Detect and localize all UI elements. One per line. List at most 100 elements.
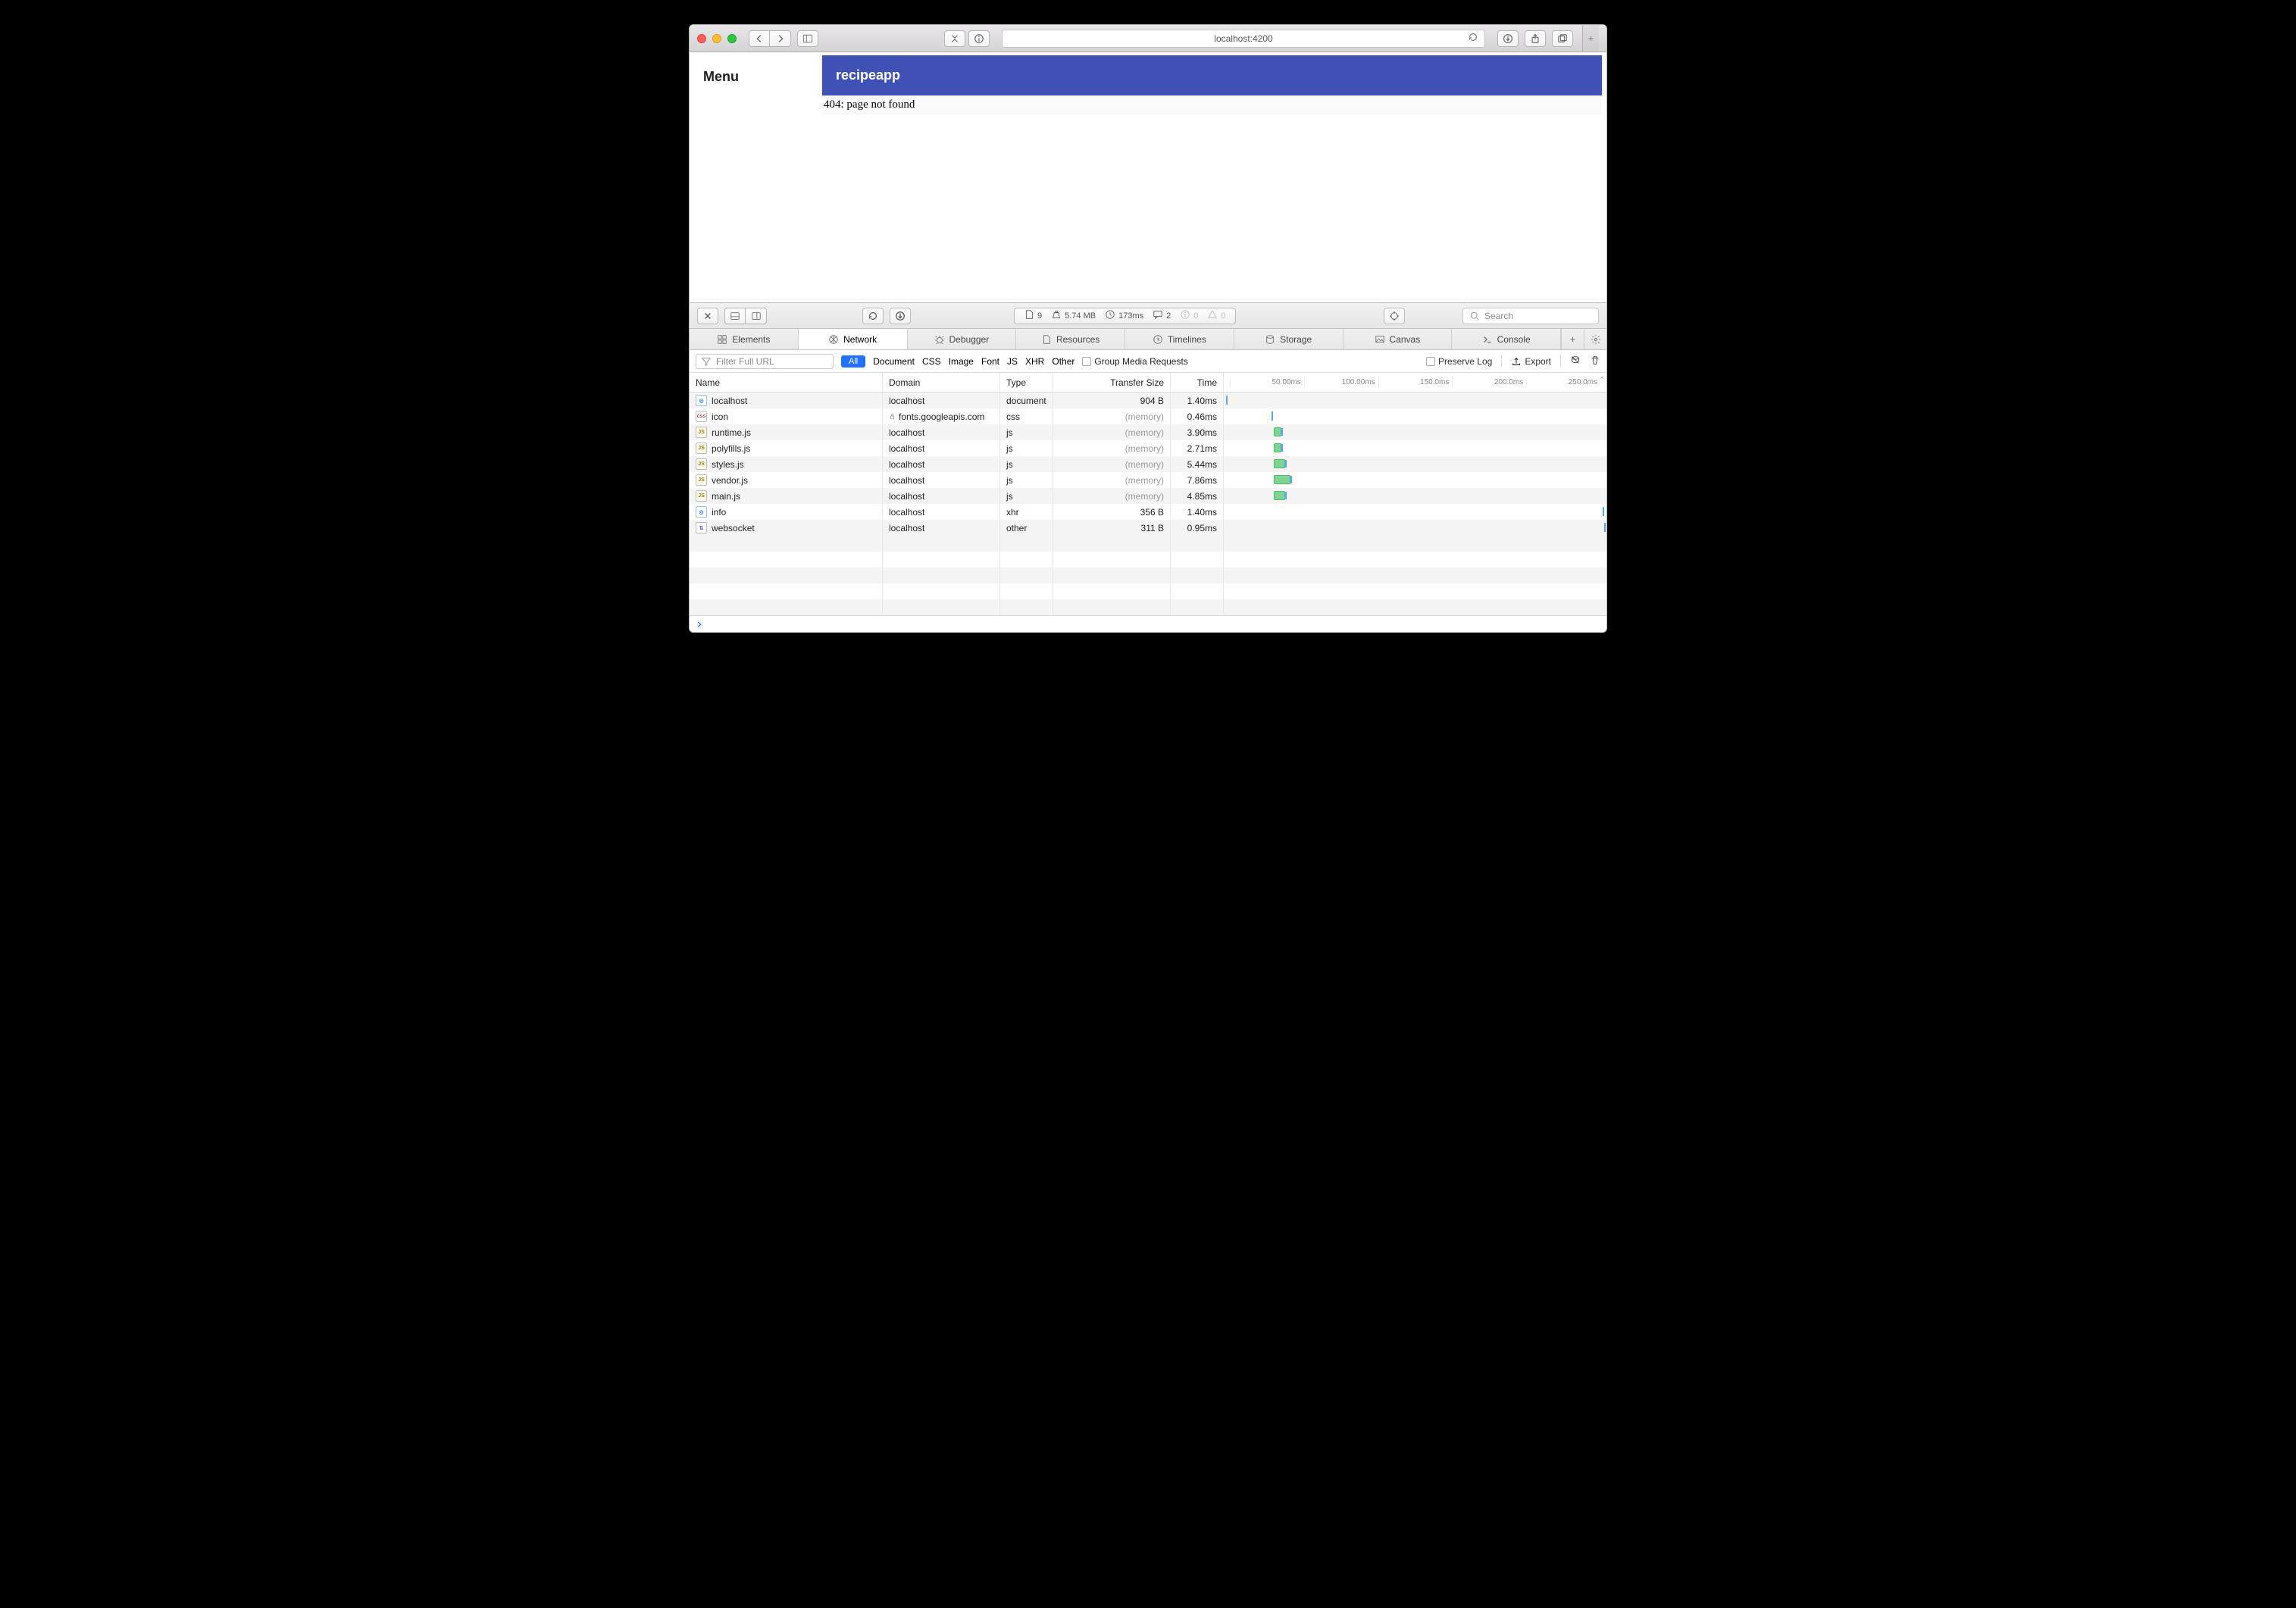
empty-row	[690, 583, 1606, 599]
not-found-message: 404: page not found	[822, 95, 1602, 114]
menu-heading[interactable]: Menu	[703, 69, 809, 85]
new-tab-button[interactable]: +	[1582, 25, 1599, 52]
tabs-overview-button[interactable]	[1552, 30, 1573, 47]
minimize-window-button[interactable]	[712, 34, 721, 43]
inspect-element-button[interactable]	[1384, 308, 1405, 324]
request-time: 0.95ms	[1171, 520, 1224, 536]
group-media-checkbox[interactable]: Group Media Requests	[1082, 356, 1187, 367]
request-domain: localhost	[889, 507, 924, 518]
timeline-tick: 200.0ms	[1452, 378, 1526, 386]
table-row[interactable]: JSmain.jslocalhostjs(memory)4.85ms	[690, 488, 1606, 504]
devtools-search[interactable]: Search	[1462, 308, 1599, 324]
table-row[interactable]: JSruntime.jslocalhostjs(memory)3.90ms	[690, 424, 1606, 440]
tab-console[interactable]: Console	[1452, 329, 1561, 349]
timeline-tick: 150.0ms	[1378, 378, 1453, 386]
sidebar-toggle-button[interactable]	[797, 30, 818, 47]
request-type: js	[1000, 472, 1053, 488]
back-button[interactable]	[749, 30, 770, 47]
col-type[interactable]: Type	[1000, 373, 1053, 392]
filter-url-input[interactable]: Filter Full URL	[696, 354, 834, 369]
dock-side-button[interactable]	[724, 308, 746, 324]
warn-icon	[1207, 309, 1218, 322]
summary-requests: 9	[1037, 311, 1042, 321]
forward-button[interactable]	[770, 30, 791, 47]
site-info-button[interactable]	[968, 30, 990, 47]
col-domain[interactable]: Domain	[883, 373, 1000, 392]
address-bar[interactable]: localhost:4200	[1002, 30, 1485, 48]
col-name[interactable]: Name	[690, 373, 883, 392]
downloads-button[interactable]	[1497, 30, 1519, 47]
table-row[interactable]: JSstyles.jslocalhostjs(memory)5.44ms	[690, 456, 1606, 472]
filter-font[interactable]: Font	[981, 356, 999, 367]
request-waterfall	[1224, 424, 1606, 440]
timeline-tick: 50.00ms	[1230, 378, 1304, 386]
search-placeholder: Search	[1484, 311, 1513, 321]
filter-other[interactable]: Other	[1052, 356, 1074, 367]
request-name: main.js	[712, 491, 740, 502]
filter-all[interactable]: All	[841, 355, 865, 368]
filter-js[interactable]: JS	[1007, 356, 1018, 367]
col-size[interactable]: Transfer Size	[1053, 373, 1171, 392]
tab-network[interactable]: Network	[799, 329, 908, 349]
request-name: styles.js	[712, 459, 744, 470]
tab-timelines[interactable]: Timelines	[1125, 329, 1234, 349]
reader-button[interactable]	[944, 30, 965, 47]
doc-file-icon: ◎	[696, 506, 707, 518]
table-row[interactable]: ◎infolocalhostxhr356 B1.40ms	[690, 504, 1606, 520]
request-size: 904 B	[1053, 393, 1171, 408]
summary-messages: 2	[1166, 311, 1171, 321]
request-domain: fonts.googleapis.com	[899, 411, 984, 422]
reload-button[interactable]	[1468, 32, 1478, 45]
table-row[interactable]: JSvendor.jslocalhostjs(memory)7.86ms	[690, 472, 1606, 488]
preserve-log-checkbox[interactable]: Preserve Log	[1426, 356, 1492, 367]
disable-cache-button[interactable]	[1570, 355, 1581, 368]
table-row[interactable]: cssiconfonts.googleapis.comcss(memory)0.…	[690, 408, 1606, 424]
request-waterfall	[1224, 488, 1606, 504]
reload-ignore-cache-button[interactable]	[862, 308, 884, 324]
tab-debugger[interactable]: Debugger	[908, 329, 1017, 349]
separator	[1560, 355, 1561, 368]
close-devtools-button[interactable]	[697, 308, 718, 324]
request-name: localhost	[712, 396, 747, 406]
page-main: recipeapp 404: page not found	[822, 52, 1606, 302]
filter-css[interactable]: CSS	[922, 356, 941, 367]
request-type: js	[1000, 456, 1053, 472]
dock-bottom-button[interactable]	[746, 308, 767, 324]
request-size: 311 B	[1053, 520, 1171, 536]
close-window-button[interactable]	[697, 34, 706, 43]
tab-resources[interactable]: Resources	[1016, 329, 1125, 349]
network-filter-bar: Filter Full URL All Document CSS Image F…	[690, 350, 1606, 373]
js-file-icon: JS	[696, 474, 707, 486]
table-header: Name Domain Type Transfer Size Time 50.0…	[690, 373, 1606, 393]
filter-image[interactable]: Image	[949, 356, 974, 367]
filter-document[interactable]: Document	[873, 356, 915, 367]
tab-storage[interactable]: Storage	[1234, 329, 1344, 349]
request-domain: localhost	[889, 459, 924, 470]
add-tab-button[interactable]: +	[1561, 329, 1584, 349]
ws-file-icon: ⇅	[696, 522, 707, 533]
clock-icon	[1105, 309, 1115, 322]
download-har-button[interactable]	[890, 308, 911, 324]
table-row[interactable]: ⇅websocketlocalhostother311 B0.95ms	[690, 520, 1606, 536]
tab-canvas[interactable]: Canvas	[1344, 329, 1453, 349]
col-time[interactable]: Time	[1171, 373, 1224, 392]
summary-info: 0	[1193, 311, 1198, 321]
weight-icon	[1051, 309, 1062, 322]
request-time: 7.86ms	[1171, 472, 1224, 488]
col-waterfall[interactable]: 50.00ms100.00ms150.0ms200.0ms250.0ms⌃	[1224, 373, 1606, 392]
request-time: 3.90ms	[1171, 424, 1224, 440]
console-prompt[interactable]	[690, 615, 1606, 632]
tab-elements[interactable]: Elements	[690, 329, 799, 349]
share-button[interactable]	[1525, 30, 1546, 47]
empty-row	[690, 552, 1606, 568]
table-row[interactable]: JSpolyfills.jslocalhostjs(memory)2.71ms	[690, 440, 1606, 456]
export-icon	[1511, 356, 1522, 367]
maximize-window-button[interactable]	[727, 34, 737, 43]
table-row[interactable]: ◎localhostlocalhostdocument904 B1.40ms	[690, 393, 1606, 408]
export-button[interactable]: Export	[1511, 356, 1551, 367]
request-time: 4.85ms	[1171, 488, 1224, 504]
message-icon	[1153, 309, 1163, 322]
filter-xhr[interactable]: XHR	[1025, 356, 1044, 367]
clear-button[interactable]	[1590, 355, 1600, 368]
devtools-settings-button[interactable]	[1584, 329, 1606, 349]
